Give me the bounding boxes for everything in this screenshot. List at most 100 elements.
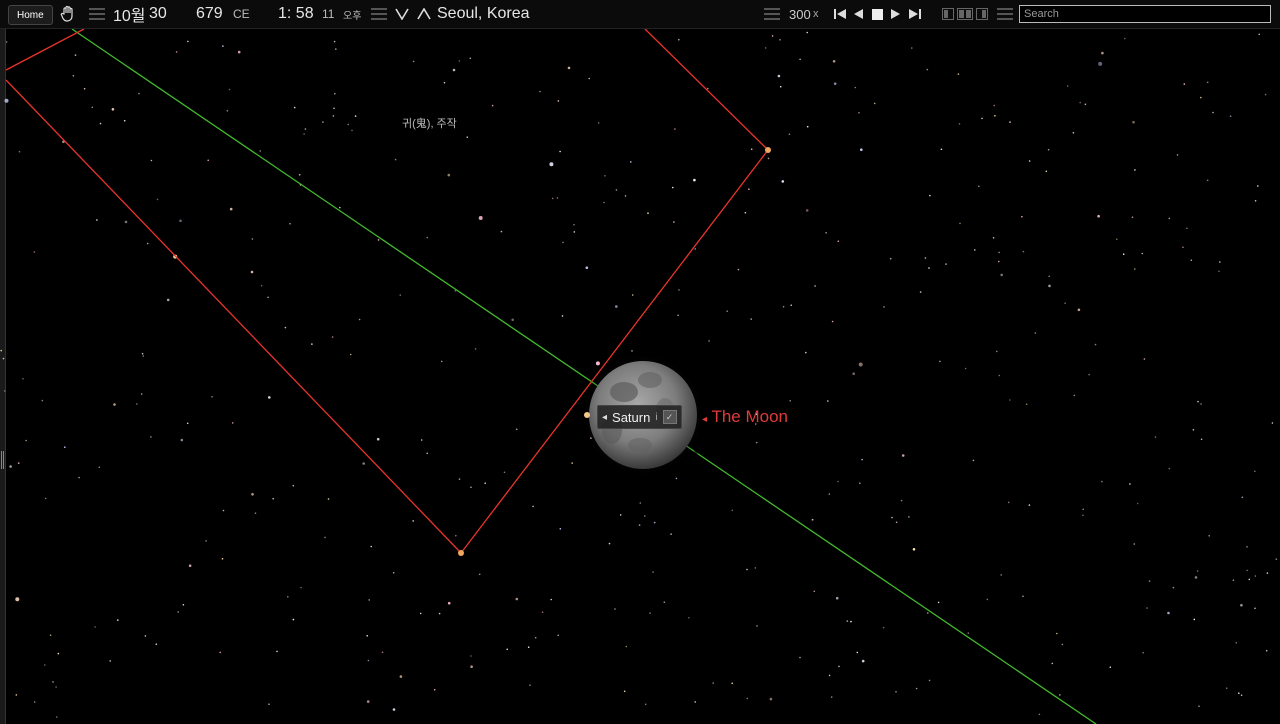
star: [292, 484, 295, 487]
chevron-down-icon[interactable]: [395, 0, 409, 28]
info-icon[interactable]: i: [655, 412, 657, 423]
date-day[interactable]: 30: [149, 0, 167, 28]
star: [1007, 501, 1010, 504]
star: [835, 596, 839, 600]
star: [123, 119, 126, 122]
date-month[interactable]: 10월: [113, 0, 146, 28]
search-menu-icon[interactable]: [997, 0, 1013, 28]
asterism-label[interactable]: 귀(鬼), 주작: [402, 115, 457, 131]
star: [737, 268, 740, 271]
star: [56, 716, 58, 718]
star: [928, 679, 931, 682]
star: [327, 498, 330, 500]
star: [1206, 81, 1209, 84]
star: [597, 122, 600, 124]
star: [1000, 574, 1002, 576]
star: [814, 285, 816, 287]
star: [846, 620, 849, 622]
play-forward-icon[interactable]: [891, 0, 901, 28]
skip-to-end-icon[interactable]: [909, 0, 921, 28]
saturn-label-box[interactable]: ◂ Saturn i ✓: [597, 405, 682, 429]
chevron-up-icon[interactable]: [417, 0, 431, 28]
star: [211, 396, 213, 398]
sky-view[interactable]: [0, 29, 1280, 724]
star: [491, 104, 494, 107]
speed-menu-icon[interactable]: [764, 0, 780, 28]
star: [1133, 543, 1136, 545]
star: [694, 248, 696, 250]
star: [1082, 508, 1084, 511]
home-button[interactable]: Home: [8, 5, 53, 25]
star: [649, 612, 651, 614]
layout-panels-icon[interactable]: [942, 0, 988, 28]
star: [1009, 399, 1011, 401]
star: [33, 251, 36, 253]
star: [1141, 252, 1144, 255]
asterism-star[interactable]: [765, 147, 771, 153]
star: [156, 198, 159, 201]
star: [289, 222, 291, 225]
star: [919, 291, 922, 293]
asterism-star[interactable]: [458, 550, 464, 556]
star: [756, 625, 758, 627]
star: [1132, 120, 1135, 124]
star: [376, 437, 380, 441]
star: [447, 173, 451, 177]
star: [1212, 111, 1214, 114]
star: [957, 73, 960, 75]
star: [911, 47, 913, 49]
star: [838, 665, 840, 668]
star: [146, 242, 149, 245]
star: [1047, 148, 1050, 151]
star: [420, 439, 423, 441]
star: [57, 652, 60, 655]
star: [630, 161, 632, 163]
speed-value[interactable]: 300: [789, 0, 811, 28]
star: [959, 222, 961, 225]
time-seconds[interactable]: 11: [322, 0, 334, 28]
moon-label-text[interactable]: The Moon: [711, 407, 788, 426]
play-backward-icon[interactable]: [853, 0, 863, 28]
date-era[interactable]: CE: [233, 0, 250, 28]
star: [1134, 169, 1136, 171]
star: [351, 129, 353, 132]
location-menu-icon[interactable]: [371, 0, 387, 28]
saturn-dot[interactable]: [584, 412, 590, 418]
date-menu-icon[interactable]: [89, 0, 105, 28]
star: [631, 350, 633, 352]
saturn-checkbox[interactable]: ✓: [662, 410, 677, 424]
star: [334, 92, 336, 95]
star: [859, 482, 861, 485]
star: [673, 221, 675, 223]
skip-to-start-icon[interactable]: [834, 0, 846, 28]
star: [585, 266, 589, 270]
stop-icon[interactable]: [872, 0, 883, 28]
star: [788, 133, 791, 135]
star: [15, 597, 20, 602]
star: [466, 136, 469, 138]
location-name[interactable]: Seoul, Korea: [437, 0, 530, 28]
hand-pan-icon[interactable]: [60, 0, 76, 28]
star: [915, 687, 918, 690]
star: [272, 497, 275, 500]
star: [3, 390, 6, 392]
moon-label[interactable]: ◂ The Moon: [702, 407, 788, 427]
star: [746, 568, 748, 571]
time-ampm[interactable]: 오후: [343, 0, 361, 28]
star: [541, 611, 544, 613]
star: [186, 422, 189, 425]
saturn-label[interactable]: Saturn: [612, 410, 650, 425]
star: [674, 128, 676, 130]
star: [608, 542, 611, 545]
star: [94, 626, 96, 628]
star: [1082, 514, 1084, 517]
star: [746, 697, 748, 700]
date-year[interactable]: 679: [196, 0, 223, 28]
time-hour-minute[interactable]: 1: 58: [278, 0, 314, 28]
star: [830, 696, 833, 698]
search-input[interactable]: [1019, 5, 1271, 23]
star: [850, 620, 852, 623]
star: [1200, 403, 1202, 405]
star: [854, 86, 857, 89]
star: [631, 294, 634, 296]
